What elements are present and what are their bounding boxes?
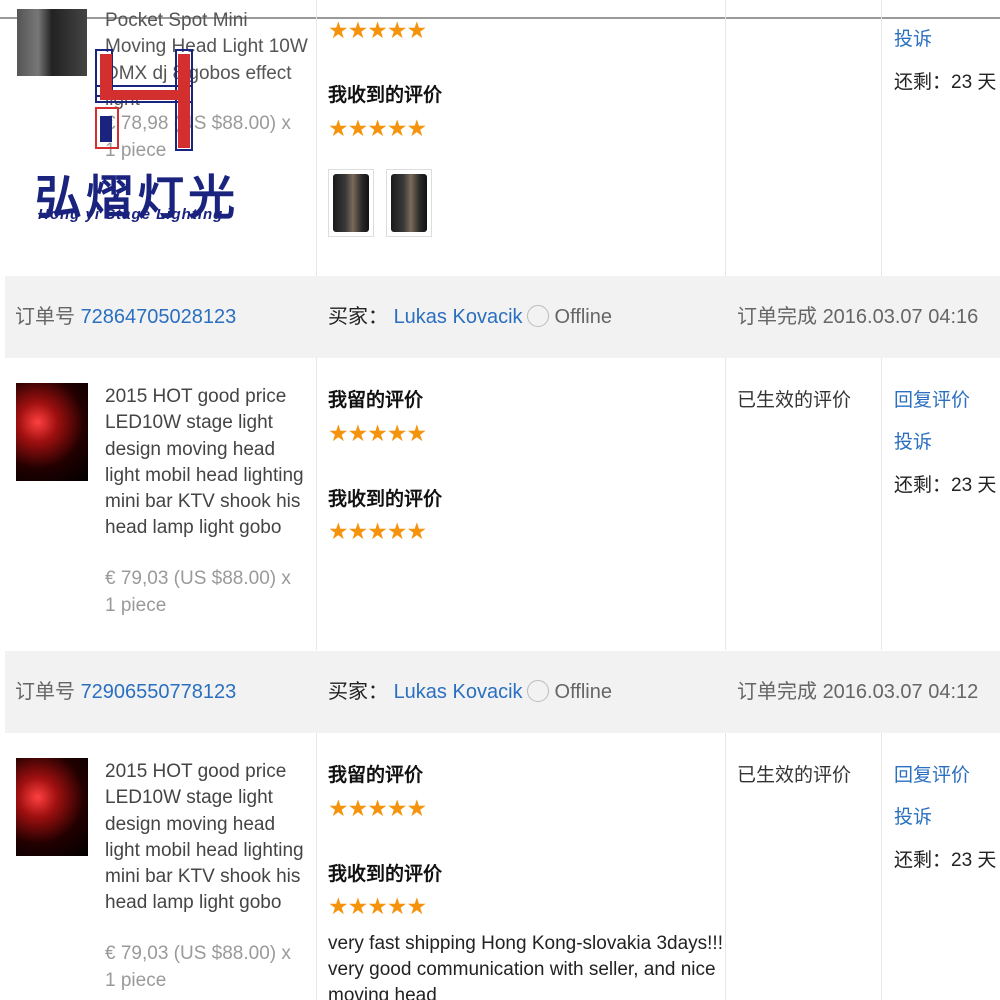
- order-complete-time: 2016.03.07 04:16: [822, 306, 979, 328]
- received-review-stars: ★★★★★: [328, 115, 427, 141]
- column-divider: [881, 0, 882, 276]
- buyer-label: 买家：: [328, 681, 388, 703]
- review-photo[interactable]: [386, 169, 432, 237]
- logo-mark-icon: [95, 49, 193, 151]
- order-header: 订单号 72864705028123 买家： Lukas Kovacik Offl…: [5, 276, 1000, 358]
- complain-link[interactable]: 投诉: [894, 24, 932, 51]
- my-review-label: 我留的评价: [328, 389, 424, 411]
- watermark-logo: 弘熠灯光 Hong yi Stage Lighting: [35, 46, 265, 226]
- my-review-stars: ★★★★★: [328, 795, 427, 821]
- complain-link[interactable]: 投诉: [894, 802, 932, 829]
- reply-review-link[interactable]: 回复评价: [894, 385, 970, 412]
- order-number-link[interactable]: 72906550778123: [81, 681, 237, 703]
- product-thumbnail[interactable]: [16, 383, 88, 481]
- order-number-label: 订单号: [15, 306, 75, 328]
- user-status-icon[interactable]: [526, 679, 549, 702]
- buyer-name-link[interactable]: Lukas Kovacik: [394, 681, 523, 703]
- remaining-days: 还剩：23 天: [894, 850, 997, 871]
- review-status: 已生效的评价: [737, 390, 852, 411]
- column-divider: [316, 733, 317, 1000]
- column-divider: [881, 358, 882, 650]
- order-header: 订单号 72906550778123 买家： Lukas Kovacik Offl…: [5, 651, 1000, 733]
- logo-english-text: Hong yi Stage Lighting: [38, 206, 224, 223]
- column-divider: [316, 0, 317, 276]
- received-review-label: 我收到的评价: [328, 488, 443, 510]
- product-price: € 79,03 (US $88.00) x 1 piece: [105, 568, 291, 616]
- user-status-icon[interactable]: [526, 304, 549, 327]
- received-review-label: 我收到的评价: [328, 863, 443, 885]
- review-status: 已生效的评价: [737, 765, 852, 786]
- my-review-label: 我留的评价: [328, 764, 424, 786]
- received-review-stars: ★★★★★: [328, 893, 427, 919]
- remaining-days: 还剩：23 天: [894, 475, 997, 496]
- remaining-days: 还剩：23 天: [894, 72, 997, 93]
- column-divider: [725, 358, 726, 650]
- review-comment: very fast shipping Hong Kong-slovakia 3d…: [328, 933, 723, 1000]
- order-number-link[interactable]: 72864705028123: [81, 306, 237, 328]
- product-title[interactable]: 2015 HOT good price LED10W stage light d…: [105, 759, 310, 917]
- buyer-name-link[interactable]: Lukas Kovacik: [394, 306, 523, 328]
- received-review-stars: ★★★★★: [328, 518, 427, 544]
- order-number-label: 订单号: [15, 681, 75, 703]
- my-review-stars: ★★★★★: [328, 420, 427, 446]
- product-title[interactable]: 2015 HOT good price LED10W stage light d…: [105, 384, 310, 542]
- review-photo[interactable]: [328, 169, 374, 237]
- order-complete-label: 订单完成: [737, 306, 817, 328]
- my-review-stars: ★★★★★: [328, 17, 427, 43]
- column-divider: [725, 0, 726, 276]
- buyer-status: Offline: [554, 306, 612, 328]
- column-divider: [881, 733, 882, 1000]
- order-complete-time: 2016.03.07 04:12: [822, 681, 979, 703]
- order-complete-label: 订单完成: [737, 681, 817, 703]
- column-divider: [316, 358, 317, 650]
- buyer-label: 买家：: [328, 306, 388, 328]
- product-thumbnail[interactable]: [16, 758, 88, 856]
- product-price: € 79,03 (US $88.00) x 1 piece: [105, 943, 291, 991]
- complain-link[interactable]: 投诉: [894, 427, 932, 454]
- reply-review-link[interactable]: 回复评价: [894, 760, 970, 787]
- buyer-status: Offline: [554, 681, 612, 703]
- received-review-label: 我收到的评价: [328, 84, 443, 106]
